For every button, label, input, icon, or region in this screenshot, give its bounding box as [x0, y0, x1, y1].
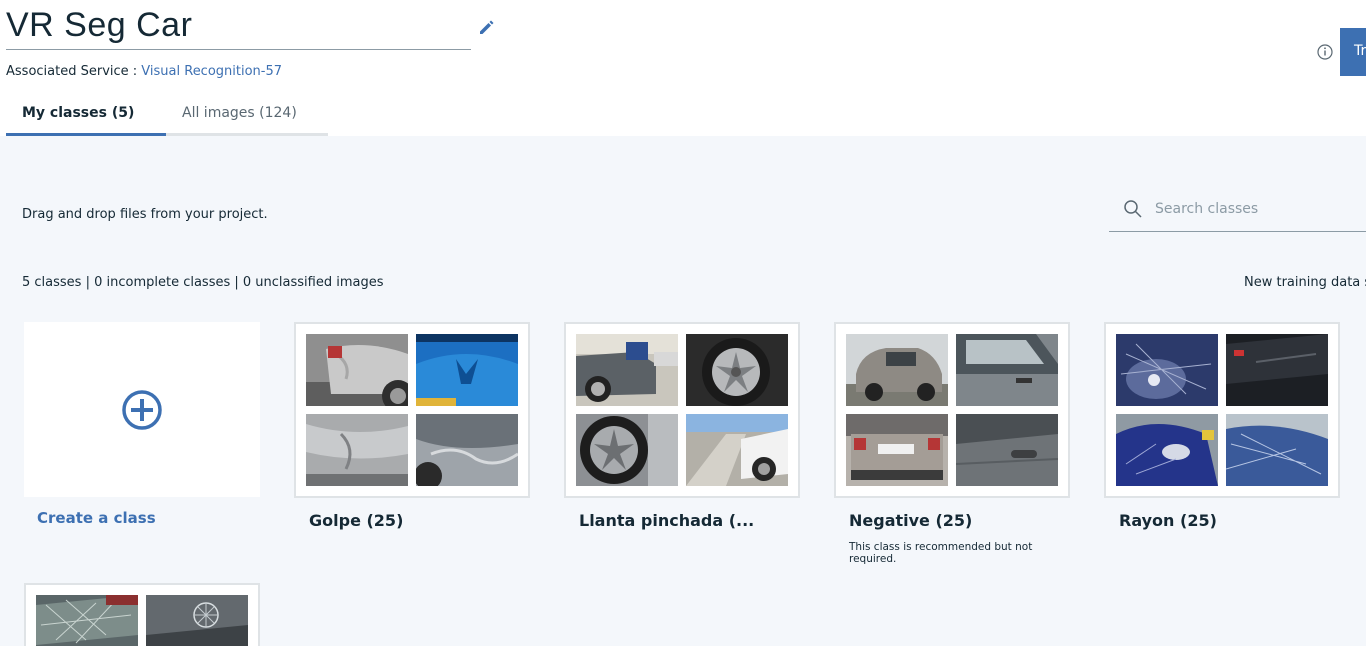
- class-thumbnail: [1116, 414, 1218, 486]
- service-link[interactable]: Visual Recognition-57: [141, 64, 282, 79]
- class-thumbnail: [576, 334, 678, 406]
- class-thumbnail: [36, 595, 138, 646]
- class-note-negative: This class is recommended but not requir…: [849, 541, 1033, 565]
- class-name-llanta-pinchada[interactable]: Llanta pinchada (...: [579, 511, 754, 530]
- class-card-golpe[interactable]: [294, 322, 530, 498]
- create-class-card[interactable]: [24, 322, 260, 497]
- class-card-rayon[interactable]: [1104, 322, 1340, 498]
- project-title-field[interactable]: VR Seg Car: [6, 2, 471, 50]
- class-thumbnail: [306, 414, 408, 486]
- class-thumbnail: [416, 334, 518, 406]
- new-training-data-link[interactable]: New training data s: [1244, 275, 1366, 290]
- project-title[interactable]: VR Seg Car: [6, 2, 471, 48]
- class-thumbnail: [306, 334, 408, 406]
- tab-my-classes[interactable]: My classes (5): [6, 96, 166, 136]
- associated-service: Associated Service : Visual Recognition-…: [6, 64, 282, 79]
- class-card-negative[interactable]: [834, 322, 1070, 498]
- class-thumbnail: [1226, 414, 1328, 486]
- class-thumbnail: [146, 595, 248, 646]
- service-label: Associated Service :: [6, 64, 138, 79]
- class-stats: 5 classes | 0 incomplete classes | 0 unc…: [22, 275, 384, 290]
- class-thumbnail: [1116, 334, 1218, 406]
- class-thumbnail: [686, 414, 788, 486]
- classes-panel: Drag and drop files from your project. 5…: [0, 136, 1366, 646]
- class-thumbnail: [956, 414, 1058, 486]
- class-thumbnail: [846, 414, 948, 486]
- class-thumbnail: [846, 334, 948, 406]
- tab-all-images[interactable]: All images (124): [166, 96, 328, 136]
- class-card-partial[interactable]: [24, 583, 260, 646]
- add-circle-icon: [122, 389, 162, 430]
- drag-drop-hint: Drag and drop files from your project.: [22, 207, 268, 222]
- tab-bar: My classes (5) All images (124): [6, 96, 328, 136]
- class-name-negative[interactable]: Negative (25): [849, 511, 972, 530]
- class-thumbnail: [686, 334, 788, 406]
- create-class-label[interactable]: Create a class: [37, 509, 156, 527]
- search-icon: [1124, 200, 1142, 218]
- class-thumbnail: [576, 414, 678, 486]
- search-classes[interactable]: [1109, 188, 1366, 232]
- search-input[interactable]: [1155, 198, 1355, 220]
- class-thumbnail: [416, 414, 518, 486]
- class-thumbnail: [956, 334, 1058, 406]
- project-header: VR Seg Car Associated Service : Visual R…: [0, 0, 1366, 136]
- class-name-golpe[interactable]: Golpe (25): [309, 511, 403, 530]
- class-thumbnail: [1226, 334, 1328, 406]
- edit-icon[interactable]: [477, 17, 497, 37]
- train-model-button[interactable]: Tr: [1340, 28, 1366, 76]
- class-name-rayon[interactable]: Rayon (25): [1119, 511, 1217, 530]
- info-icon[interactable]: [1316, 43, 1334, 61]
- class-card-llanta-pinchada[interactable]: [564, 322, 800, 498]
